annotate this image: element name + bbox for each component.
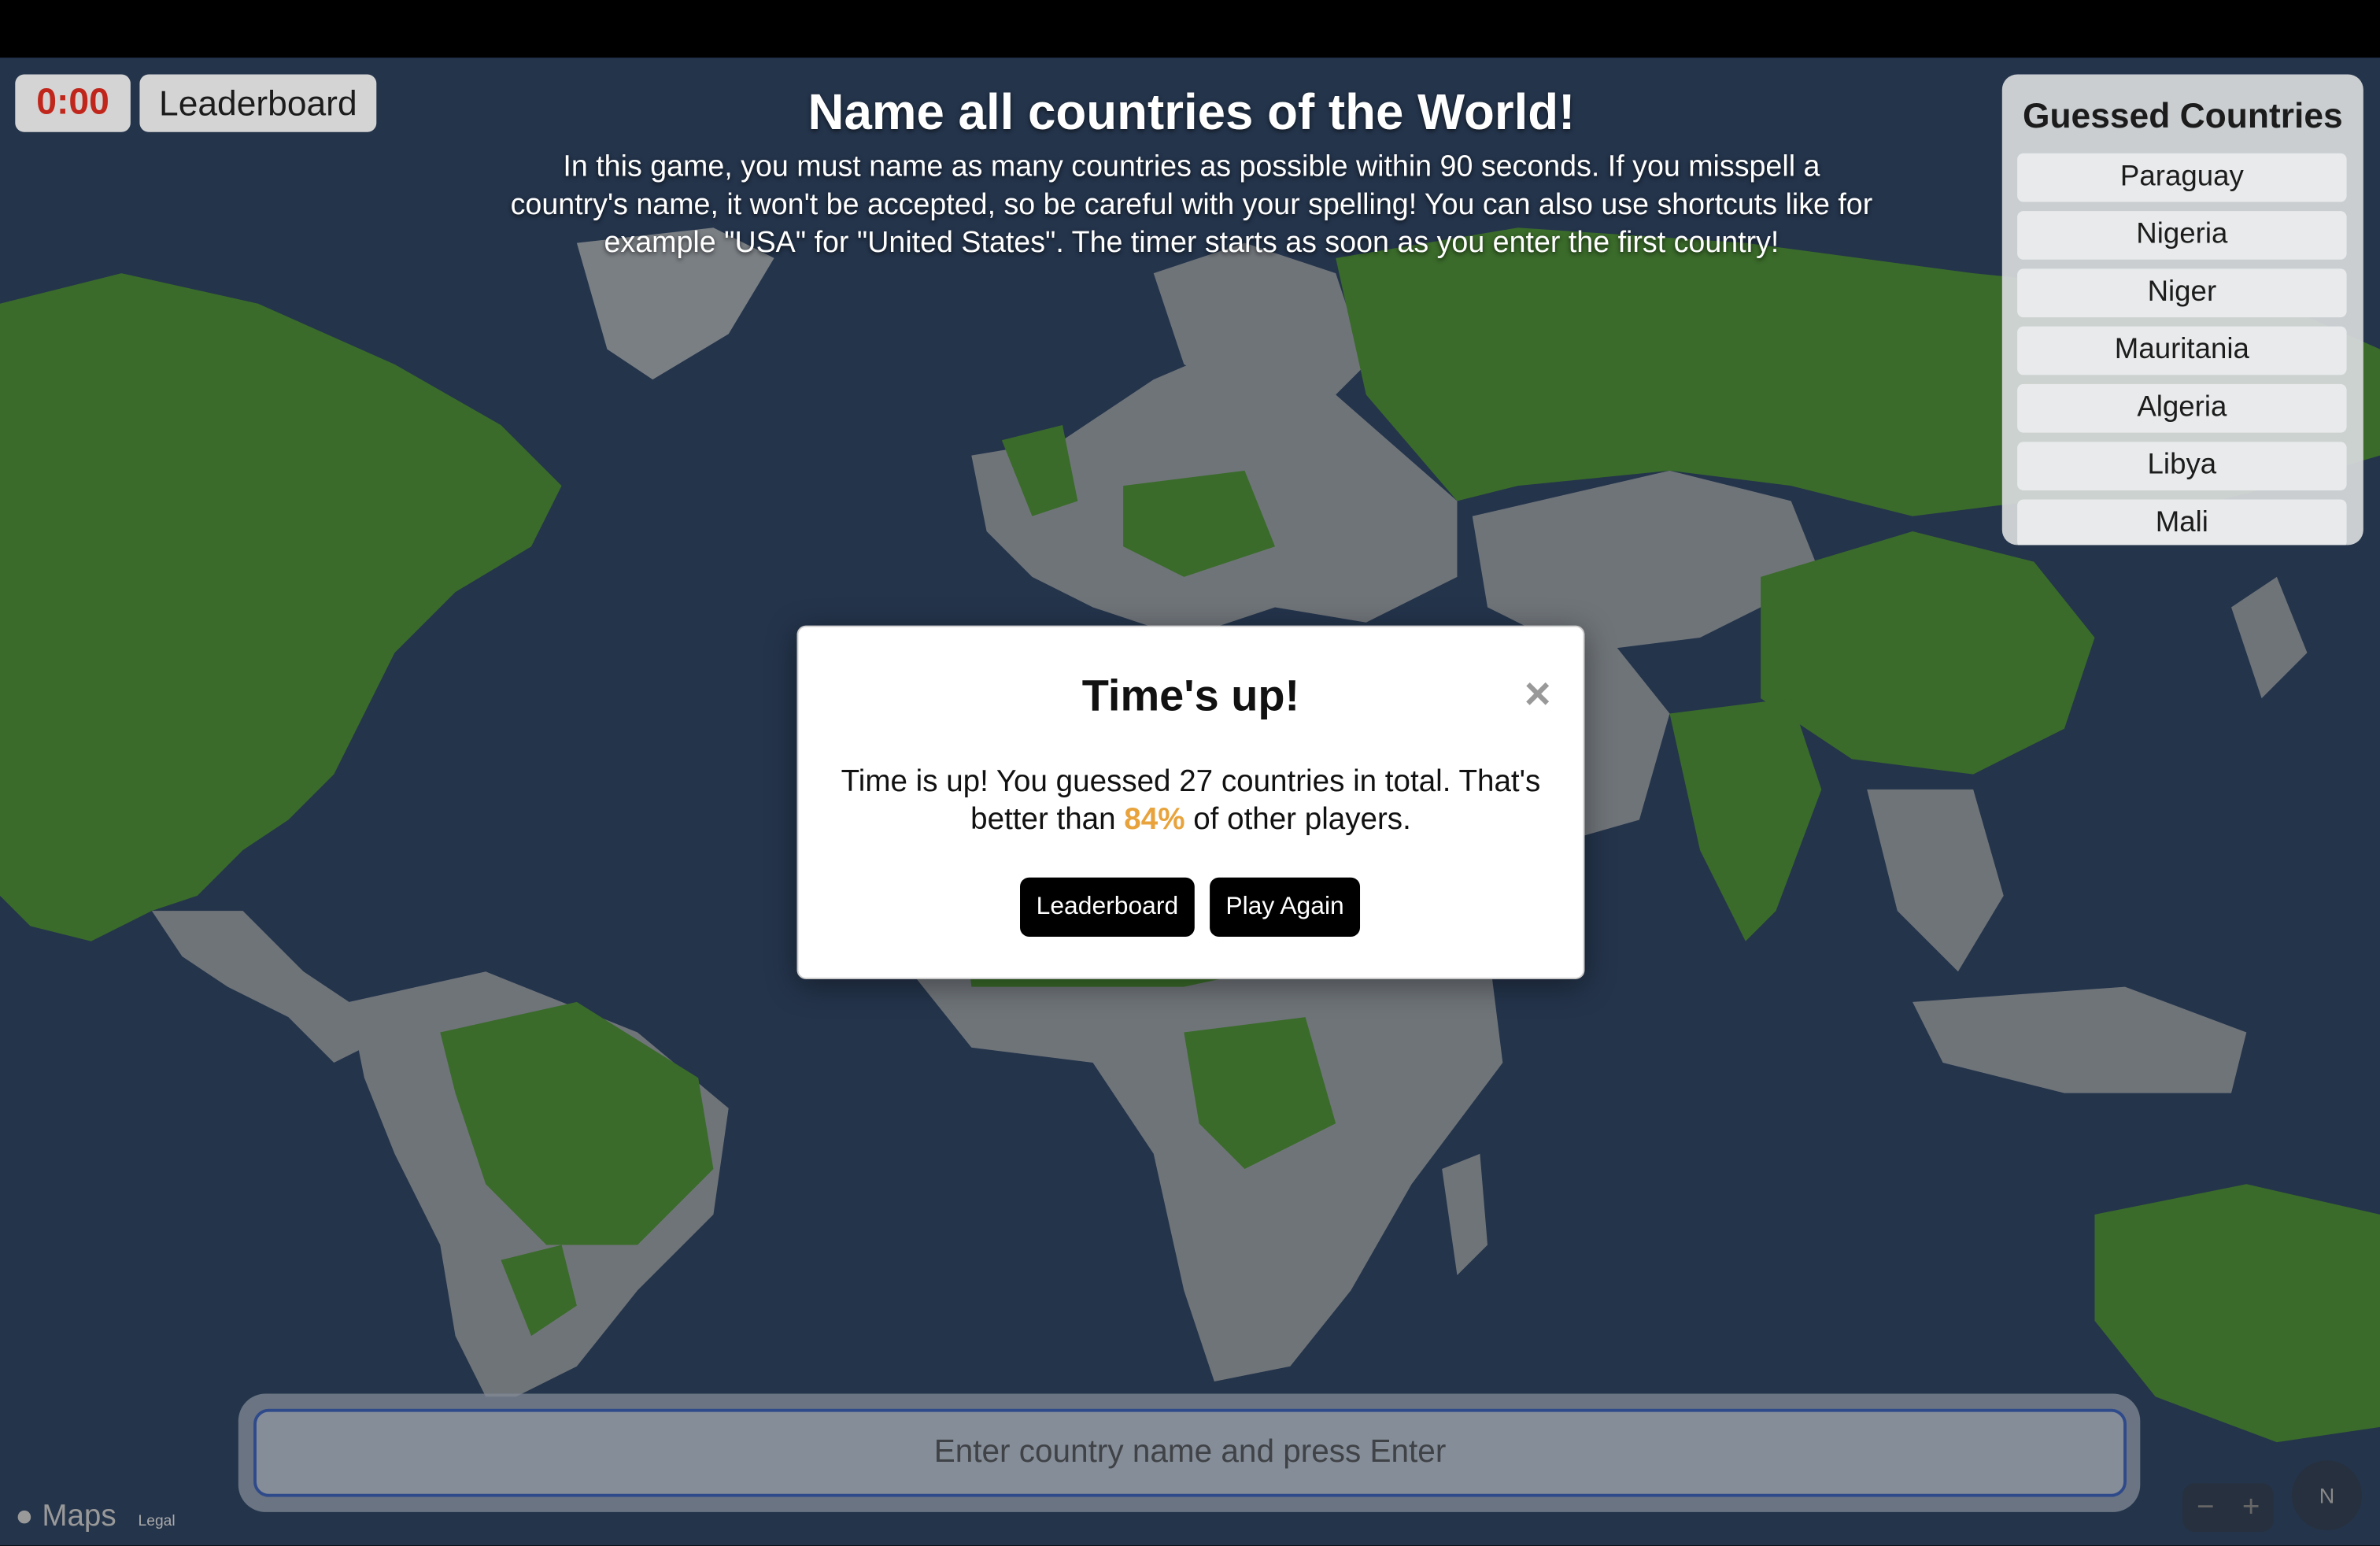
close-icon[interactable]: × bbox=[1517, 671, 1559, 718]
dialog-leaderboard-button[interactable]: Leaderboard bbox=[1020, 877, 1195, 937]
play-again-button[interactable]: Play Again bbox=[1210, 877, 1361, 937]
japan bbox=[2231, 576, 2308, 699]
guessed-country-item: Algeria bbox=[2017, 383, 2347, 433]
guessed-country-item: Libya bbox=[2017, 442, 2347, 490]
madagascar bbox=[1442, 1153, 1488, 1276]
page-title: Name all countries of the World! bbox=[808, 83, 1576, 140]
australia bbox=[2094, 1184, 2380, 1443]
guessed-country-item: Paraguay bbox=[2017, 153, 2347, 202]
china bbox=[1761, 531, 2095, 775]
maps-brand-label: Maps bbox=[42, 1500, 116, 1533]
country-name-input[interactable] bbox=[253, 1408, 2127, 1497]
zoom-controls: − + bbox=[2182, 1483, 2275, 1532]
guessed-country-item: Mali bbox=[2017, 499, 2347, 546]
india bbox=[1669, 698, 1822, 941]
times-up-dialog: Time's up! × Time is up! You guessed 27 … bbox=[796, 625, 1585, 979]
apple-logo-icon: ● bbox=[15, 1500, 34, 1533]
guessed-country-item: Mauritania bbox=[2017, 326, 2347, 375]
game-timer: 0:00 bbox=[15, 74, 131, 132]
compass-icon[interactable]: N bbox=[2292, 1460, 2362, 1531]
message-text-after: of other players. bbox=[1184, 803, 1411, 837]
southeast-asia bbox=[1867, 789, 2004, 972]
guessed-countries-panel[interactable]: Guessed Countries Paraguay Nigeria Niger… bbox=[2001, 74, 2363, 546]
zoom-in-button[interactable]: + bbox=[2228, 1483, 2274, 1532]
input-bar bbox=[238, 1393, 2141, 1512]
percentile-value: 84% bbox=[1124, 803, 1185, 837]
game-description: In this game, you must name as many coun… bbox=[510, 150, 1873, 260]
guessed-country-item: Niger bbox=[2017, 268, 2347, 318]
legal-link[interactable]: Legal bbox=[139, 1514, 176, 1530]
indonesia bbox=[1913, 986, 2247, 1093]
mexico-central-america bbox=[151, 911, 364, 1063]
maps-brand: ● Maps bbox=[15, 1500, 116, 1534]
dialog-title: Time's up! bbox=[1081, 672, 1300, 722]
zoom-out-button[interactable]: − bbox=[2182, 1483, 2228, 1532]
dialog-message: Time is up! You guessed 27 countries in … bbox=[826, 764, 1556, 839]
guessed-countries-title: Guessed Countries bbox=[2022, 95, 2343, 135]
north-america-landmass bbox=[0, 273, 562, 941]
guessed-country-item: Nigeria bbox=[2017, 211, 2347, 260]
leaderboard-button[interactable]: Leaderboard bbox=[139, 74, 377, 132]
top-black-bar bbox=[0, 0, 2380, 58]
